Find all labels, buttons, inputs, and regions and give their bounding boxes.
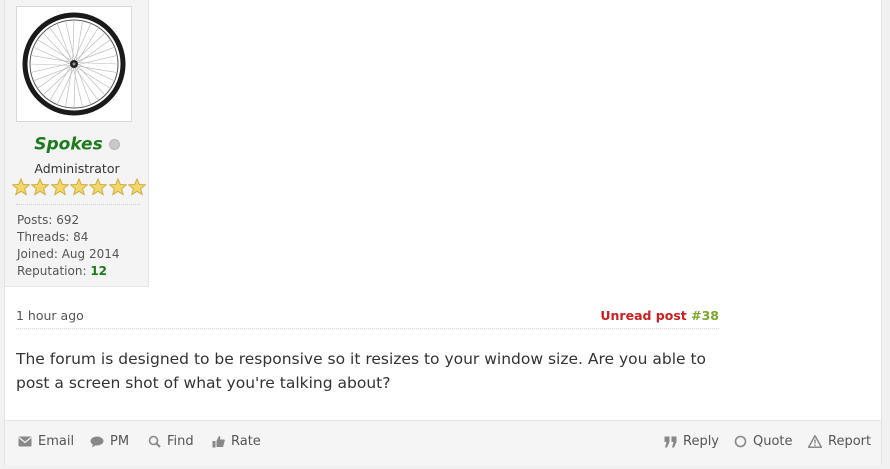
pm-button[interactable]: PM [90,434,129,449]
post-body: The forum is designed to be responsive s… [16,350,707,392]
reputation-value-link[interactable]: 12 [90,264,107,278]
stat-reputation-label: Reputation: [17,264,87,278]
user-stats: Posts: 692 Threads: 84 Joined: Aug 2014 … [17,212,120,280]
rank-star-icon [108,178,127,196]
user-rank-stars [12,178,146,198]
post-timestamp: 1 hour ago [16,308,84,323]
pm-label: PM [110,434,130,449]
rank-star-icon [31,178,50,196]
rate-label: Rate [231,434,261,449]
offline-status-icon [108,139,120,150]
email-button[interactable]: Email [18,434,74,449]
thumbs-up-icon [212,436,225,448]
find-label: Find [167,434,194,449]
stat-joined: Joined: Aug 2014 [17,246,120,263]
stat-threads: Threads: 84 [17,229,120,246]
stat-posts: Posts: 692 [17,212,120,229]
rank-star-icon [127,178,146,196]
warning-icon [808,435,822,448]
bicycle-wheel-image [22,12,126,116]
reply-button[interactable]: Reply [664,434,719,449]
stat-threads-label: Threads: [17,230,70,244]
quote-label: Quote [753,434,793,449]
find-button[interactable]: Find [148,434,194,449]
avatar[interactable] [16,6,132,122]
quote-button[interactable]: Quote [734,434,793,449]
rank-star-icon [89,178,108,196]
post-number-link[interactable]: #38 [691,308,719,323]
user-title: Administrator [34,161,120,176]
circle-icon [734,435,747,448]
stat-joined-value: Aug 2014 [61,247,120,261]
stat-joined-label: Joined: [17,247,58,261]
rank-star-icon [69,178,88,196]
post-meta-bar: 1 hour ago Unread post #38 [16,306,719,329]
stat-threads-value: 84 [73,230,89,244]
rate-button[interactable]: Rate [212,434,261,449]
stat-posts-label: Posts: [17,213,53,227]
quote-marks-icon [664,436,677,447]
stat-posts-value: 692 [56,213,80,227]
report-button[interactable]: Report [808,434,871,449]
rank-star-icon [50,178,69,196]
report-label: Report [828,434,872,449]
post-footer: Email PM Find Rate Reply Quote Report [5,420,881,465]
unread-post-label: Unread post [600,308,687,323]
reply-label: Reply [683,434,720,449]
username-link[interactable]: Spokes [34,135,102,155]
speech-bubble-icon [90,436,104,447]
rank-star-icon [12,178,30,196]
username-row: Spokes [5,134,149,158]
search-icon [148,435,161,448]
email-label: Email [38,434,75,449]
stat-reputation: Reputation: 12 [17,263,120,280]
forum-post: Spokes Administrator Posts: 692 Threads:… [4,0,882,465]
profile-divider [16,204,140,205]
author-profile-panel: Spokes Administrator Posts: 692 Threads:… [5,0,149,287]
unread-indicator: Unread post #38 [600,308,719,323]
envelope-icon [18,436,32,447]
